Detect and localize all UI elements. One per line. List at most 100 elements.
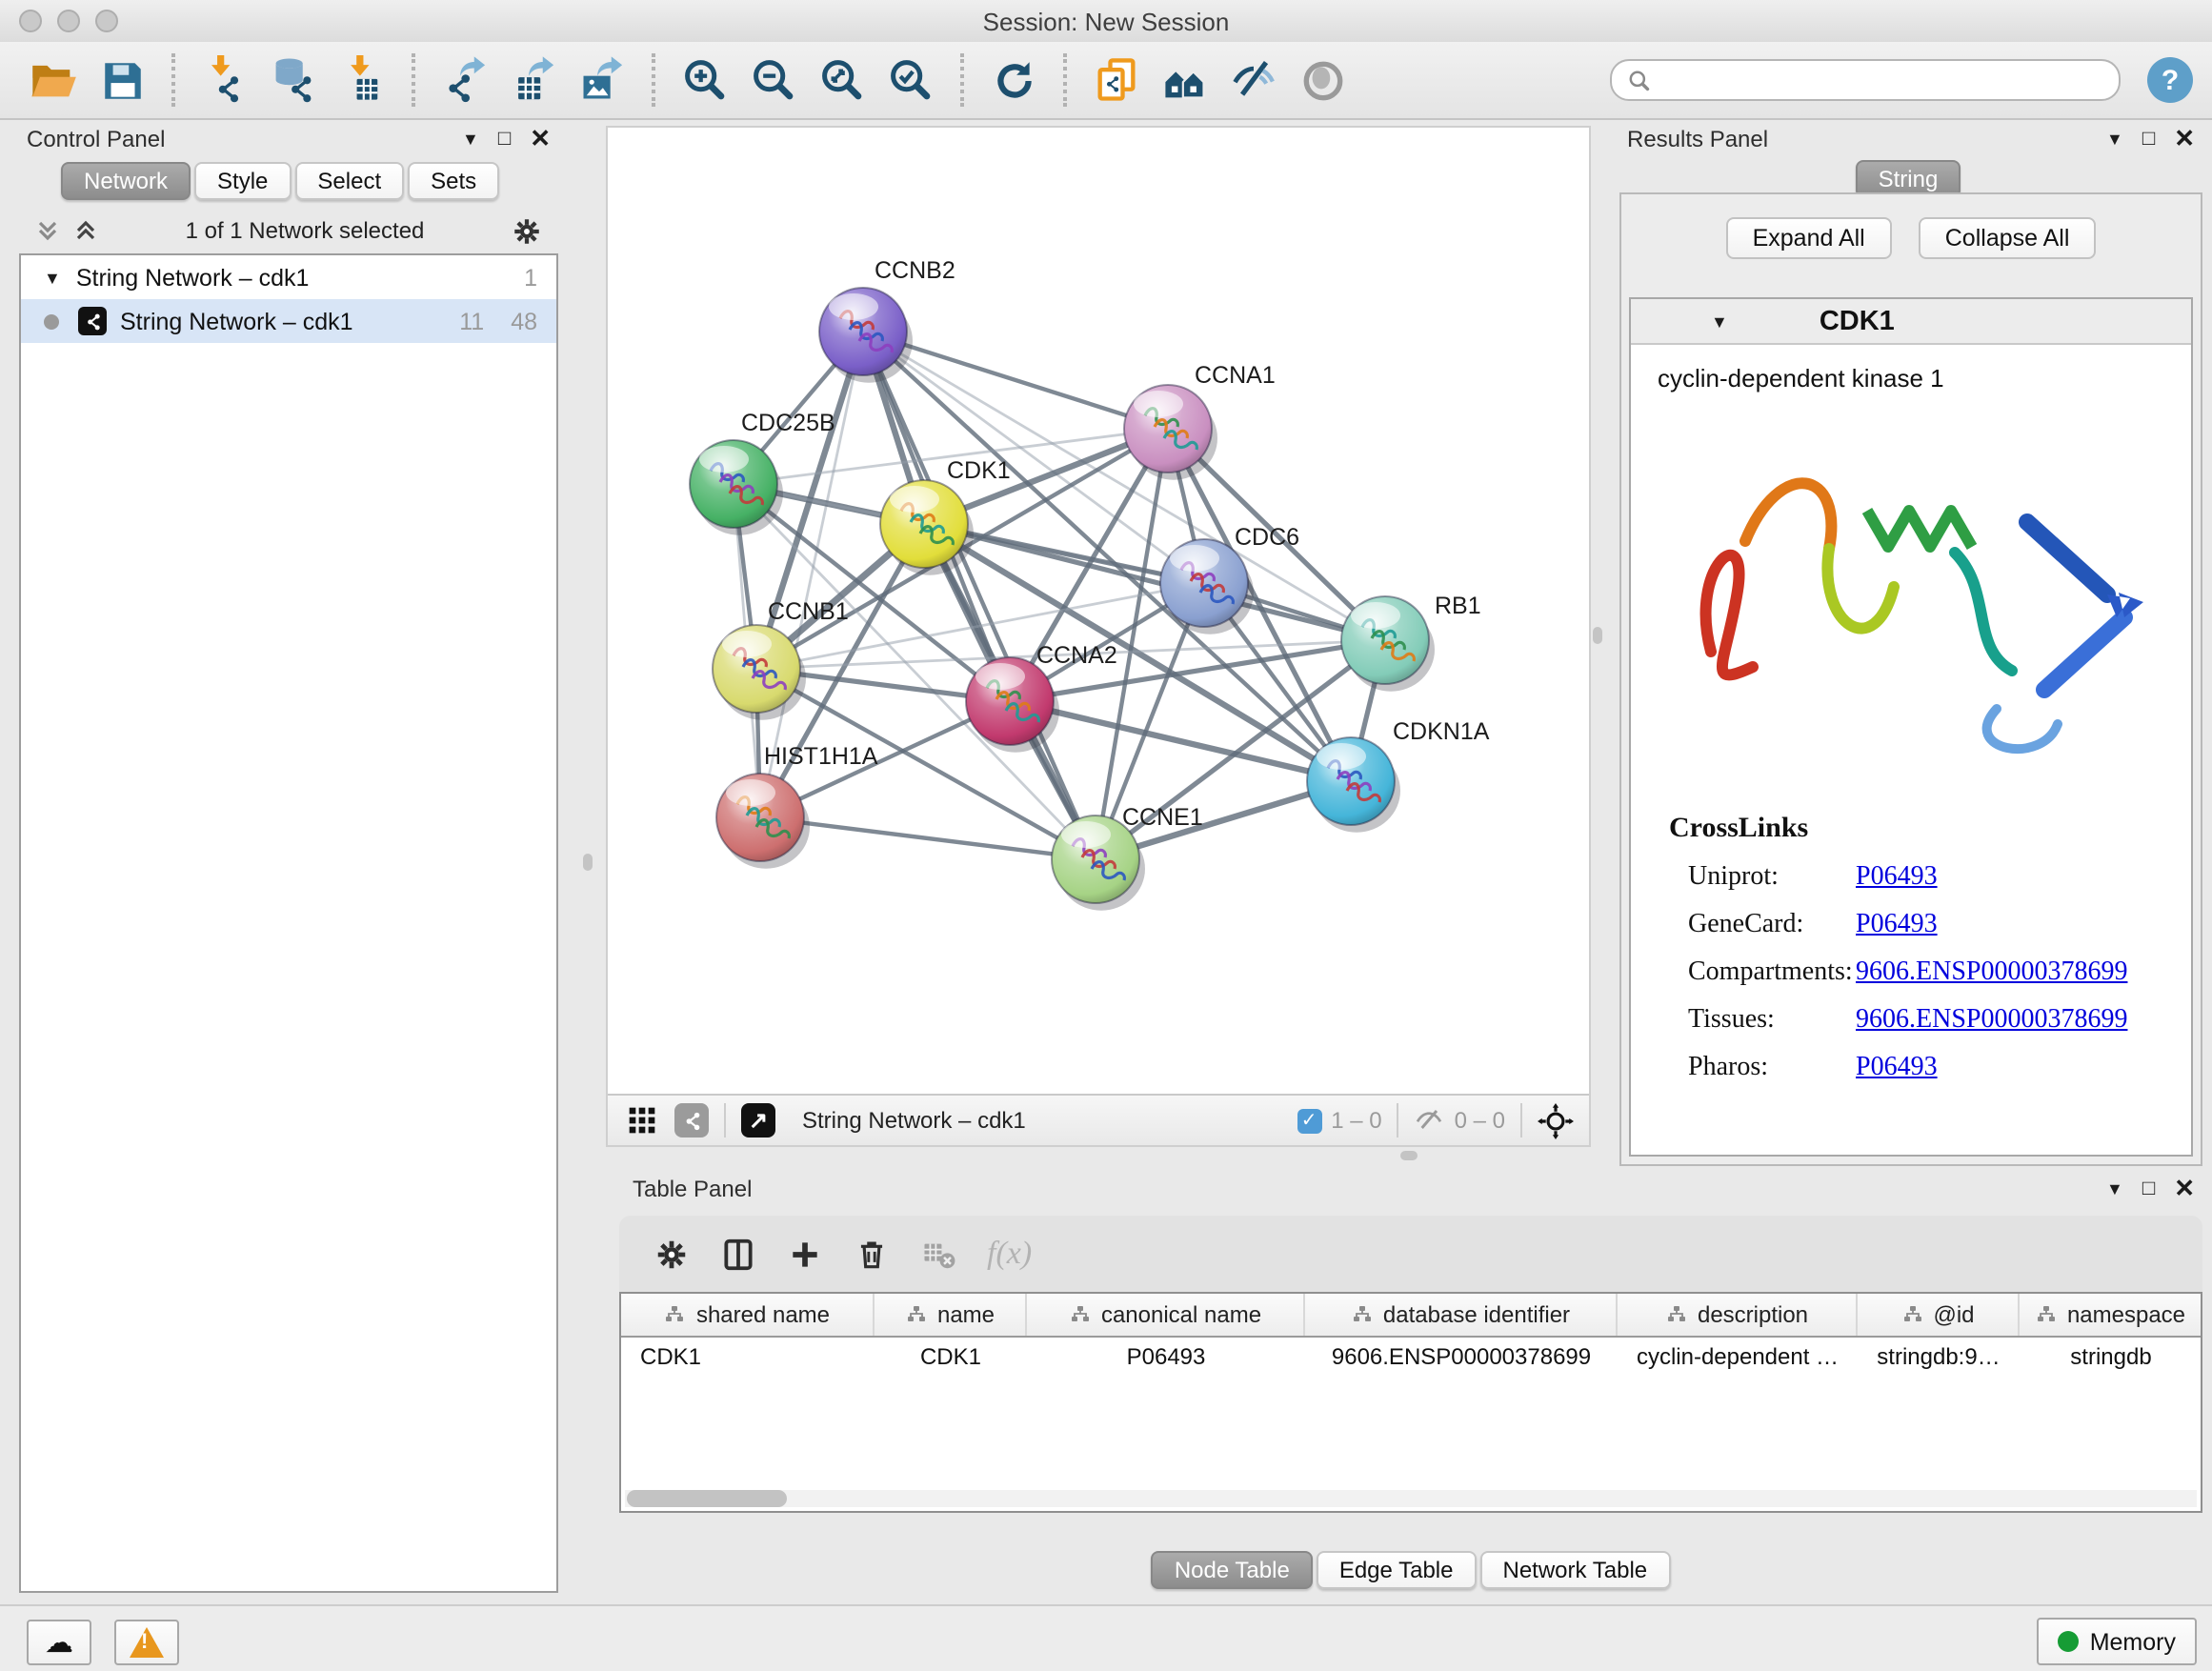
panel-close-icon[interactable]: ✕: [530, 124, 551, 154]
zoom-out-button[interactable]: [745, 51, 802, 109]
expand-all-tree-icon[interactable]: [34, 217, 61, 244]
crosslink-label: Uniprot:: [1688, 863, 1856, 894]
panel-close-icon[interactable]: ✕: [2174, 1174, 2195, 1204]
warning-icon: [130, 1627, 164, 1658]
network-canvas[interactable]: CCNB2CCNA1CDC25BCDK1CDC6RB1CCNB1CCNA2CDK…: [608, 128, 1589, 1094]
export-table-button[interactable]: [505, 51, 562, 109]
panel-float-icon[interactable]: □: [2142, 128, 2155, 151]
tab-edge-table[interactable]: Edge Table: [1317, 1551, 1477, 1589]
node-CDC6[interactable]: CDC6: [1160, 524, 1299, 634]
import-network-file-button[interactable]: [196, 51, 253, 109]
graphics-details-button[interactable]: [1225, 51, 1282, 109]
import-network-icon: [200, 55, 250, 105]
tab-node-table[interactable]: Node Table: [1152, 1551, 1313, 1589]
section-collapse-icon[interactable]: ▼: [1711, 312, 1728, 331]
separator: [724, 1103, 726, 1137]
birds-eye-toggle[interactable]: ↗: [741, 1103, 775, 1137]
panel-collapse-icon[interactable]: ▼: [2106, 130, 2123, 149]
tab-style[interactable]: Style: [194, 162, 291, 200]
refresh-button[interactable]: [985, 51, 1042, 109]
collapse-all-tree-icon[interactable]: [72, 217, 99, 244]
edge-HIST1H1A-CCNE1[interactable]: [760, 817, 1096, 859]
select-columns-icon[interactable]: [720, 1236, 756, 1272]
scrollbar-track[interactable]: [625, 1490, 2197, 1507]
crosslink-link[interactable]: P06493: [1856, 863, 1938, 894]
panel-float-icon[interactable]: □: [2142, 1178, 2155, 1200]
tab-select[interactable]: Select: [294, 162, 404, 200]
node-CDK1[interactable]: CDK1: [880, 457, 1011, 575]
scrollbar-thumb[interactable]: [627, 1490, 787, 1507]
tab-sets[interactable]: Sets: [408, 162, 499, 200]
column-header-shared-name[interactable]: shared name: [621, 1294, 875, 1336]
network-options-gear-icon[interactable]: [511, 214, 543, 247]
node-CCNA1[interactable]: CCNA1: [1124, 362, 1276, 480]
node-CDC25B[interactable]: CDC25B: [690, 410, 835, 535]
crosslink-link[interactable]: P06493: [1856, 1054, 1938, 1084]
cloud-status-button[interactable]: ☁: [27, 1620, 91, 1665]
panel-float-icon[interactable]: □: [498, 128, 511, 151]
node-CCNB1[interactable]: CCNB1: [713, 598, 849, 720]
panel-collapse-icon[interactable]: ▼: [462, 130, 479, 149]
home-browser-button[interactable]: [1156, 51, 1214, 109]
grid-view-icon[interactable]: [627, 1105, 657, 1136]
panel-close-icon[interactable]: ✕: [2174, 124, 2195, 154]
tab-network[interactable]: Network: [61, 162, 191, 200]
network-view-title: String Network – cdk1: [802, 1107, 1026, 1134]
crosslink-link[interactable]: 9606.ENSP00000378699: [1856, 1006, 2127, 1037]
hierarchy-icon: [1665, 1303, 1688, 1326]
hidden-eye-slash-icon[interactable]: [1415, 1105, 1445, 1136]
column-header-namespace[interactable]: namespace: [2020, 1294, 2202, 1336]
selected-checkbox-icon[interactable]: ✓: [1297, 1108, 1321, 1133]
export-network-button[interactable]: [436, 51, 493, 109]
expand-all-button[interactable]: Expand All: [1726, 217, 1892, 259]
zoom-in-button[interactable]: [676, 51, 734, 109]
network-collection-row[interactable]: ▼ String Network – cdk1 1: [21, 255, 556, 299]
delete-column-icon[interactable]: [854, 1236, 890, 1272]
add-column-icon[interactable]: [787, 1236, 823, 1272]
splitter-handle[interactable]: [1400, 1151, 1418, 1160]
column-header--id[interactable]: @id: [1858, 1294, 2020, 1336]
table-settings-gear-icon[interactable]: [654, 1236, 690, 1272]
save-session-button[interactable]: [93, 51, 151, 109]
network-row[interactable]: String Network – cdk1 11 48: [21, 299, 556, 343]
splitter-handle[interactable]: [1593, 627, 1602, 644]
search-input[interactable]: [1661, 67, 2103, 93]
memory-label: Memory: [2090, 1628, 2176, 1655]
crosslink-link[interactable]: P06493: [1856, 911, 1938, 941]
crosslink-link[interactable]: 9606.ENSP00000378699: [1856, 958, 2127, 989]
collapse-all-button[interactable]: Collapse All: [1919, 217, 2097, 259]
export-image-button[interactable]: [573, 51, 631, 109]
node-HIST1H1A[interactable]: HIST1H1A: [716, 743, 878, 869]
gene-section-header[interactable]: ▼ CDK1: [1631, 299, 2191, 345]
column-header-name[interactable]: name: [875, 1294, 1027, 1336]
help-button[interactable]: ?: [2147, 57, 2193, 103]
node-CCNB2[interactable]: CCNB2: [819, 257, 955, 383]
tab-network-table[interactable]: Network Table: [1480, 1551, 1671, 1589]
table-import-icon: [337, 55, 387, 105]
edge-CCNB2-CCNE1[interactable]: [863, 332, 1096, 859]
memory-button[interactable]: Memory: [2037, 1618, 2197, 1665]
warnings-button[interactable]: [114, 1620, 179, 1665]
tree-expand-icon[interactable]: ▼: [44, 268, 61, 287]
crosshair-icon[interactable]: [1538, 1102, 1574, 1138]
splitter-handle[interactable]: [583, 854, 593, 871]
zoom-fit-button[interactable]: [814, 51, 871, 109]
column-header-description[interactable]: description: [1618, 1294, 1858, 1336]
column-header-canonical-name[interactable]: canonical name: [1027, 1294, 1305, 1336]
string-view-icon[interactable]: [674, 1103, 709, 1137]
hierarchy-icon: [905, 1303, 928, 1326]
open-file-button[interactable]: [25, 51, 82, 109]
search-box[interactable]: [1610, 59, 2121, 101]
clone-network-button[interactable]: [1088, 51, 1145, 109]
panel-collapse-icon[interactable]: ▼: [2106, 1179, 2123, 1198]
import-table-button[interactable]: [333, 51, 391, 109]
node-CCNE1[interactable]: CCNE1: [1052, 804, 1203, 911]
zoom-selected-button[interactable]: [882, 51, 939, 109]
node-CDKN1A[interactable]: CDKN1A: [1307, 718, 1490, 833]
import-network-database-button[interactable]: [265, 51, 322, 109]
table-row[interactable]: CDK1CDK1P064939606.ENSP00000378699cyclin…: [621, 1338, 2201, 1374]
column-header-database-identifier[interactable]: database identifier: [1305, 1294, 1618, 1336]
table-cell: stringdb:9…: [1858, 1338, 2020, 1374]
node-RB1[interactable]: RB1: [1341, 593, 1481, 692]
level-of-detail-button[interactable]: [1294, 51, 1351, 109]
